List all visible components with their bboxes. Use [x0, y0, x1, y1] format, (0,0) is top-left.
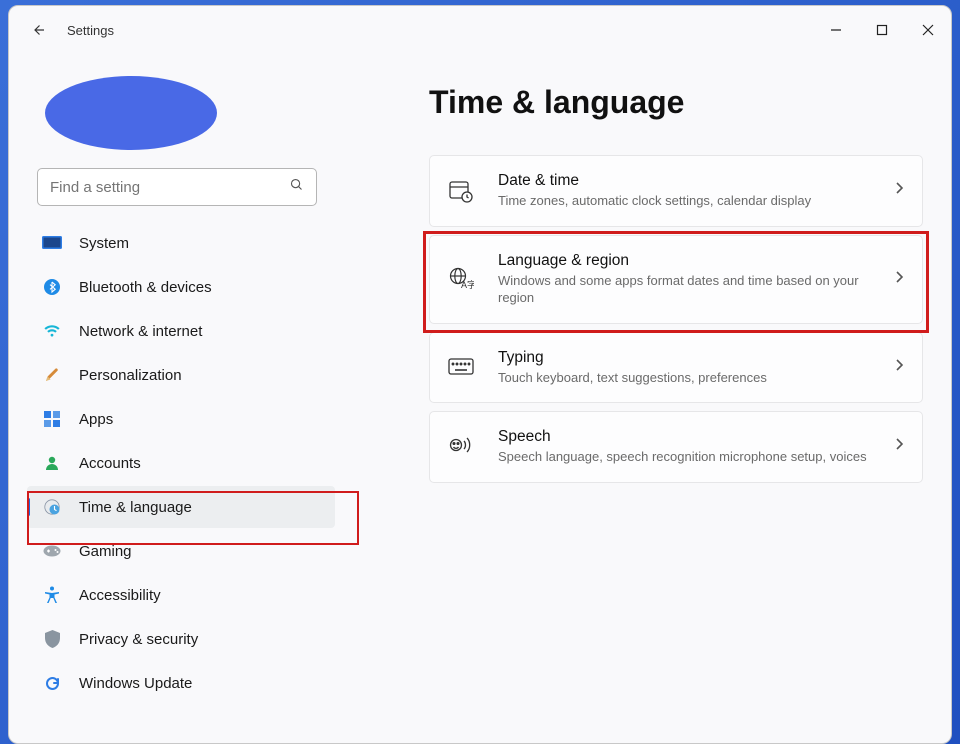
app-title: Settings: [67, 23, 114, 38]
nav-label: Accessibility: [79, 587, 161, 604]
apps-icon: [41, 408, 63, 430]
content-area: System Bluetooth & devices Network & int…: [9, 54, 951, 743]
profile-area[interactable]: [45, 76, 339, 150]
shield-icon: [41, 628, 63, 650]
nav-label: Gaming: [79, 543, 132, 560]
card-title: Language & region: [498, 252, 894, 270]
settings-cards: Date & time Time zones, automatic clock …: [429, 155, 923, 483]
search-icon: [289, 177, 304, 197]
back-button[interactable]: [27, 19, 49, 41]
search-box[interactable]: [37, 168, 317, 206]
person-icon: [41, 452, 63, 474]
card-subtitle: Time zones, automatic clock settings, ca…: [498, 192, 894, 210]
card-subtitle: Touch keyboard, text suggestions, prefer…: [498, 369, 894, 387]
sidebar-item-windows-update[interactable]: Windows Update: [27, 662, 335, 704]
nav-label: Network & internet: [79, 323, 202, 340]
close-button[interactable]: [905, 11, 951, 49]
nav-label: Apps: [79, 411, 113, 428]
card-title: Speech: [498, 428, 894, 446]
nav-label: Windows Update: [79, 675, 192, 692]
sidebar-item-gaming[interactable]: Gaming: [27, 530, 335, 572]
chevron-right-icon: [894, 437, 904, 456]
main-panel: Time & language Date & time Time zones, …: [339, 54, 951, 743]
nav-label: Personalization: [79, 367, 182, 384]
globe-language-icon: A字: [446, 264, 476, 294]
nav-label: System: [79, 235, 129, 252]
speech-icon: [446, 432, 476, 462]
nav-label: Accounts: [79, 455, 141, 472]
card-subtitle: Speech language, speech recognition micr…: [498, 448, 894, 466]
card-title: Typing: [498, 349, 894, 367]
card-date-time[interactable]: Date & time Time zones, automatic clock …: [429, 155, 923, 227]
settings-window: Settings: [8, 5, 952, 744]
nav-label: Time & language: [79, 499, 192, 516]
bluetooth-icon: [41, 276, 63, 298]
nav-label: Privacy & security: [79, 631, 198, 648]
sidebar-item-system[interactable]: System: [27, 222, 335, 264]
search-input[interactable]: [50, 179, 289, 196]
maximize-button[interactable]: [859, 11, 905, 49]
page-title: Time & language: [429, 84, 923, 121]
sidebar-item-accounts[interactable]: Accounts: [27, 442, 335, 484]
accessibility-icon: [41, 584, 63, 606]
sidebar-item-apps[interactable]: Apps: [27, 398, 335, 440]
wifi-icon: [41, 320, 63, 342]
avatar: [45, 76, 217, 150]
window-controls: [813, 11, 951, 49]
calendar-clock-icon: [446, 176, 476, 206]
clock-globe-icon: [41, 496, 63, 518]
sidebar-item-accessibility[interactable]: Accessibility: [27, 574, 335, 616]
sidebar-item-bluetooth[interactable]: Bluetooth & devices: [27, 266, 335, 308]
update-icon: [41, 672, 63, 694]
sidebar-item-personalization[interactable]: Personalization: [27, 354, 335, 396]
card-typing[interactable]: Typing Touch keyboard, text suggestions,…: [429, 332, 923, 404]
titlebar: Settings: [9, 6, 951, 54]
card-title: Date & time: [498, 172, 894, 190]
nav-label: Bluetooth & devices: [79, 279, 212, 296]
card-subtitle: Windows and some apps format dates and t…: [498, 272, 894, 307]
sidebar-item-privacy[interactable]: Privacy & security: [27, 618, 335, 660]
sidebar-item-network[interactable]: Network & internet: [27, 310, 335, 352]
sidebar-item-time-language[interactable]: Time & language: [27, 486, 335, 528]
sidebar: System Bluetooth & devices Network & int…: [9, 54, 339, 743]
minimize-button[interactable]: [813, 11, 859, 49]
nav-list: System Bluetooth & devices Network & int…: [9, 222, 339, 704]
system-icon: [41, 232, 63, 254]
card-language-region[interactable]: A字 Language & region Windows and some ap…: [429, 235, 923, 324]
card-speech[interactable]: Speech Speech language, speech recogniti…: [429, 411, 923, 483]
chevron-right-icon: [894, 181, 904, 200]
chevron-right-icon: [894, 358, 904, 377]
gaming-icon: [41, 540, 63, 562]
svg-text:A字: A字: [461, 279, 474, 290]
keyboard-icon: [446, 352, 476, 382]
chevron-right-icon: [894, 270, 904, 289]
paint-icon: [41, 364, 63, 386]
